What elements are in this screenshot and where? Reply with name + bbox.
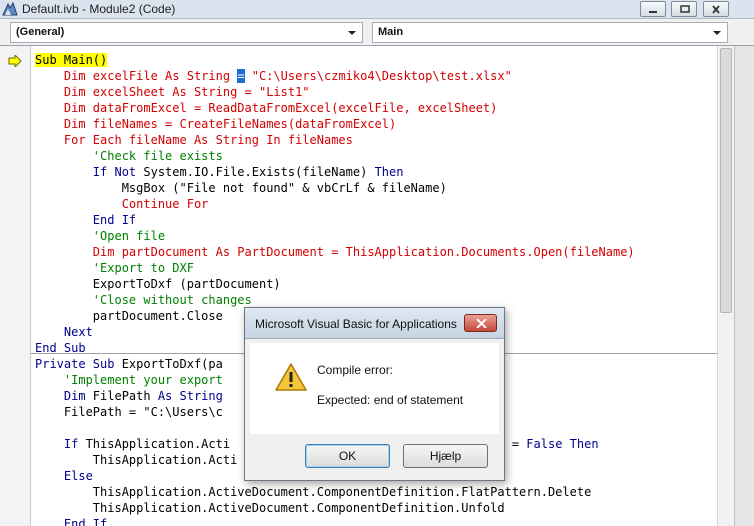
code-token: "C:\Users\czmiko4\Desktop\test.xlsx" xyxy=(244,69,512,83)
execution-pointer-icon xyxy=(8,52,22,71)
code-line[interactable]: Dim excelSheet As String = "List1" xyxy=(35,84,635,100)
code-token: Then xyxy=(374,165,404,179)
dialog-message-area: Compile error: Expected: end of statemen… xyxy=(250,343,499,434)
code-token: FilePath xyxy=(92,389,158,403)
code-token: Dim fileNames = CreateFileNames(dataFrom… xyxy=(35,117,397,131)
code-token: Private Sub xyxy=(35,357,122,371)
ok-button[interactable]: OK xyxy=(305,444,390,468)
procedure-dropdown[interactable]: Main xyxy=(372,22,728,43)
code-token: ThisApplication.ActiveDocument.Component… xyxy=(35,485,592,499)
error-detail: Expected: end of statement xyxy=(317,393,464,407)
code-line[interactable]: Continue For xyxy=(35,196,635,212)
code-line[interactable]: Dim excelFile As String = "C:\Users\czmi… xyxy=(35,68,635,84)
code-token: 'Close without changes xyxy=(35,293,252,307)
code-line[interactable]: Dim dataFromExcel = ReadDataFromExcel(ex… xyxy=(35,100,635,116)
code-token: Dim xyxy=(35,389,93,403)
code-line[interactable]: ThisApplication.ActiveDocument.Component… xyxy=(35,484,635,500)
restore-button[interactable] xyxy=(671,1,697,17)
code-line[interactable]: 'Export to DXF xyxy=(35,260,635,276)
minimize-button[interactable] xyxy=(640,1,666,17)
code-token: FilePath = "C:\Users\c xyxy=(35,405,223,419)
code-token: Continue For xyxy=(35,197,209,211)
code-token: ExportToDxf (partDocument) xyxy=(35,277,281,291)
code-token: Else xyxy=(35,469,93,483)
code-token: Sub Main() xyxy=(35,53,108,67)
code-token: 'Export to DXF xyxy=(35,261,194,275)
code-token: MsgBox ("File not found" & vbCrLf & file… xyxy=(35,181,447,195)
code-token: As String xyxy=(157,389,223,403)
code-line[interactable]: 'Check file exists xyxy=(35,148,635,164)
code-token: 'Open file xyxy=(35,229,166,243)
code-token: End If xyxy=(35,517,108,526)
code-token: If xyxy=(35,437,86,451)
code-token: ThisApplication.ActiveDocument.Component… xyxy=(35,501,505,515)
object-dropdown[interactable]: (General) xyxy=(10,22,363,43)
code-token: Dim excelSheet As String = "List1" xyxy=(35,85,310,99)
error-heading: Compile error: xyxy=(317,363,394,377)
dialog-close-button[interactable] xyxy=(464,314,497,332)
window-titlebar: Default.ivb - Module2 (Code) xyxy=(0,0,754,19)
code-token: For Each fileName As String In fileNames xyxy=(35,133,353,147)
code-token: 'Implement your export xyxy=(35,373,223,387)
code-token: ThisApplication.Acti xyxy=(35,453,238,467)
code-token: False Then xyxy=(526,437,599,451)
code-line[interactable]: Dim partDocument As PartDocument = ThisA… xyxy=(35,244,635,260)
chevron-down-icon xyxy=(348,31,356,35)
code-line[interactable]: ThisApplication.ActiveDocument.Component… xyxy=(35,500,635,516)
code-token: ExportToDxf(pa xyxy=(121,357,223,371)
object-dropdown-value: (General) xyxy=(16,26,65,38)
pane-splitter[interactable] xyxy=(734,46,754,526)
code-line[interactable]: End If xyxy=(35,212,635,228)
window-title: Default.ivb - Module2 (Code) xyxy=(22,2,176,16)
procedure-dropdown-value: Main xyxy=(378,26,404,38)
close-button[interactable] xyxy=(703,1,729,17)
vba-app-icon xyxy=(2,1,18,17)
code-line[interactable]: Dim fileNames = CreateFileNames(dataFrom… xyxy=(35,116,635,132)
vertical-scrollbar[interactable] xyxy=(717,46,734,526)
code-line[interactable]: 'Open file xyxy=(35,228,635,244)
code-token: If Not xyxy=(35,165,144,179)
combo-bar: (General) Main xyxy=(0,19,754,45)
help-button[interactable]: Hjælp xyxy=(403,444,488,468)
code-token: Dim partDocument As PartDocument = ThisA… xyxy=(35,245,635,259)
code-token: partDocument.Close xyxy=(35,309,223,323)
dialog-titlebar: Microsoft Visual Basic for Applications xyxy=(245,308,504,339)
code-line[interactable]: For Each fileName As String In fileNames xyxy=(35,132,635,148)
compile-error-dialog: Microsoft Visual Basic for Applications … xyxy=(244,307,505,481)
chevron-down-icon xyxy=(713,31,721,35)
code-token: End If xyxy=(35,213,137,227)
code-token: 'Check file exists xyxy=(35,149,223,163)
warning-icon xyxy=(275,363,307,396)
dialog-title: Microsoft Visual Basic for Applications xyxy=(255,317,457,331)
code-line[interactable]: Sub Main() xyxy=(35,52,635,68)
code-token: Dim excelFile As String xyxy=(35,69,238,83)
code-line[interactable]: ExportToDxf (partDocument) xyxy=(35,276,635,292)
indicator-margin[interactable] xyxy=(0,46,31,526)
code-line[interactable]: 'Close without changes xyxy=(35,292,635,308)
code-line[interactable]: If Not System.IO.File.Exists(fileName) T… xyxy=(35,164,635,180)
scrollbar-thumb[interactable] xyxy=(720,48,732,313)
code-token: Next xyxy=(35,325,93,339)
code-token: = xyxy=(237,69,245,83)
code-line[interactable]: End If xyxy=(35,516,635,526)
code-token: ThisApplication.Acti xyxy=(85,437,231,451)
code-line[interactable]: MsgBox ("File not found" & vbCrLf & file… xyxy=(35,180,635,196)
code-token: System.IO.File.Exists(fileName) xyxy=(143,165,375,179)
code-token: Dim dataFromExcel = ReadDataFromExcel(ex… xyxy=(35,101,498,115)
